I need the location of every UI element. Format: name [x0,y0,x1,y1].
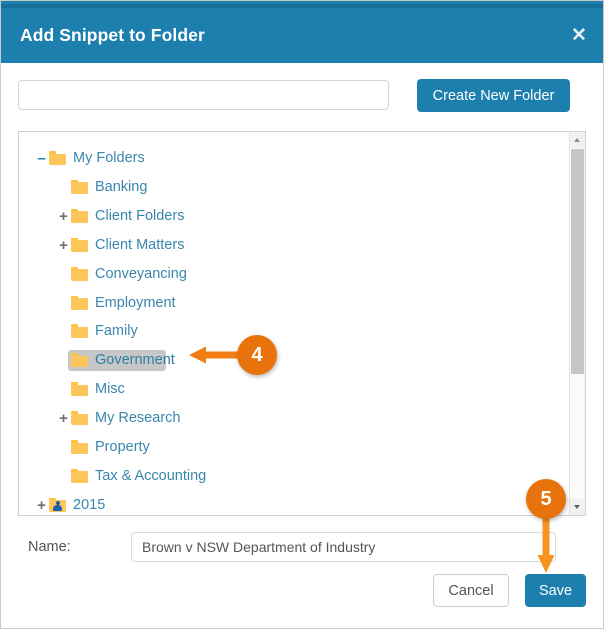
scroll-up-arrow-icon[interactable] [570,132,585,148]
callout-badge-4: 4 [237,335,277,375]
tree-item-conveyancing[interactable]: Conveyancing [19,260,570,289]
tree-item-misc[interactable]: Misc [19,375,570,404]
tree-item-label: Employment [95,294,176,311]
create-new-folder-button[interactable]: Create New Folder [417,79,570,112]
tree-item-2015[interactable]: +2015 [19,491,570,515]
scroll-down-arrow-icon[interactable] [570,499,585,515]
shared-folder-icon [49,497,66,512]
tree-item-client-matters[interactable]: + Client Matters [19,231,570,260]
folder-icon [71,266,88,281]
folder-tree-list: – My Folders Banking + Client Folders + Client… [19,132,570,515]
tree-item-label: Tax & Accounting [95,467,207,484]
tree-item-label: Family [95,323,138,340]
folder-icon [49,151,66,165]
expand-toggle-icon[interactable]: + [57,238,70,253]
folder-icon [71,295,88,310]
folder-icon [71,208,88,223]
titlebar-accent-line [1,4,603,8]
dialog-titlebar: Add Snippet to Folder ✕ [1,1,603,63]
name-field-label: Name: [28,539,71,555]
tree-item-property[interactable]: Property [19,433,570,462]
tree-item-employment[interactable]: Employment [19,289,570,318]
folder-tree-panel: – My Folders Banking + Client Folders + Client… [18,131,586,516]
folder-icon [71,179,88,194]
folder-icon [71,440,88,454]
snippet-name-input[interactable] [131,532,556,562]
tree-item-my-research[interactable]: + My Research [19,404,570,433]
folder-icon [71,237,88,252]
tree-item-label: My Research [95,410,181,427]
collapse-toggle-icon[interactable]: – [35,151,48,166]
expand-toggle-icon[interactable]: + [57,411,70,426]
tree-item-government[interactable]: Government [19,346,570,375]
save-button[interactable]: Save [525,574,586,607]
page-title: Add Snippet to Folder [20,25,205,45]
add-snippet-dialog: Add Snippet to Folder ✕ Create New Folde… [0,0,604,629]
tree-item-label: Government [95,352,175,369]
tree-scrollbar[interactable] [569,132,585,515]
tree-item-label: Misc [95,381,125,398]
tree-item-family[interactable]: Family [19,317,570,346]
folder-icon [71,324,88,339]
callout-5-arrow-icon [537,517,555,573]
cancel-button[interactable]: Cancel [433,574,509,607]
tree-item-client-folders[interactable]: + Client Folders [19,202,570,231]
tree-item-label: Client Folders [95,207,185,224]
tree-item-label: 2015 [73,496,106,513]
folder-icon [71,468,88,483]
scrollbar-thumb[interactable] [571,149,584,374]
tree-item-my-folders[interactable]: – My Folders [19,144,570,173]
expand-toggle-icon[interactable]: + [57,209,70,224]
tree-item-label: Conveyancing [95,265,187,282]
tree-item-label: Property [95,439,150,455]
new-folder-name-input[interactable] [18,80,389,110]
close-icon[interactable]: ✕ [567,24,591,48]
tree-item-banking[interactable]: Banking [19,173,570,202]
tree-item-tax-accounting[interactable]: Tax & Accounting [19,462,570,491]
tree-item-label: Banking [95,178,148,195]
tree-item-label: Client Matters [95,236,185,253]
expand-toggle-icon[interactable]: + [35,498,48,513]
tree-item-label: My Folders [73,150,145,166]
folder-icon [71,353,88,368]
folder-icon [71,411,88,426]
folder-icon [71,382,88,397]
callout-badge-5: 5 [526,479,566,519]
